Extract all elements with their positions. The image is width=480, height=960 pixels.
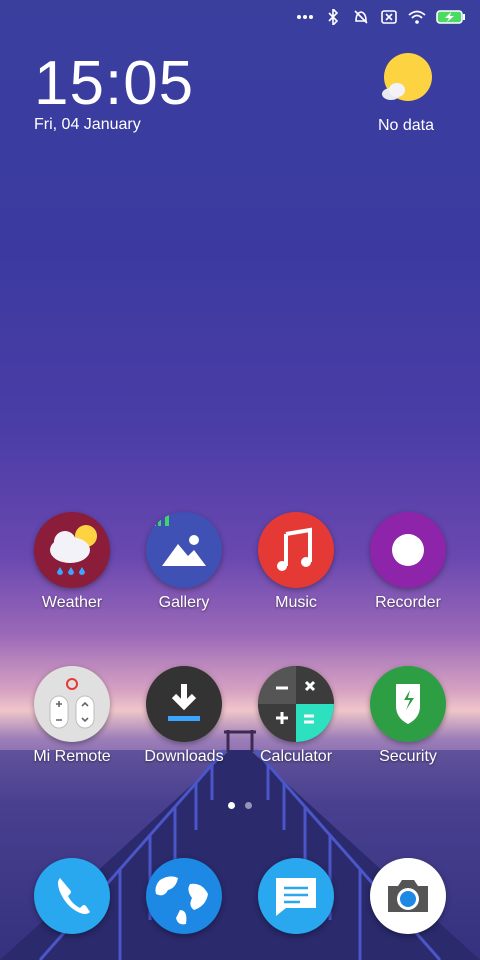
partly-sunny-icon: [379, 53, 433, 110]
app-weather[interactable]: Weather: [17, 512, 127, 612]
clock-date[interactable]: Fri, 04 January: [34, 116, 141, 134]
phone-icon: [34, 858, 110, 934]
message-icon: [258, 858, 334, 934]
app-label: Calculator: [259, 748, 333, 765]
app-label: Weather: [41, 594, 103, 611]
download-app-icon: [146, 666, 222, 742]
app-gallery[interactable]: Gallery: [129, 512, 239, 612]
dock-camera[interactable]: [353, 858, 463, 934]
bluetooth-icon: [324, 8, 342, 26]
app-music[interactable]: Music: [241, 512, 351, 612]
clock-time[interactable]: 15:05: [34, 48, 194, 119]
page-dot-1[interactable]: [228, 802, 235, 809]
recorder-app-icon: [370, 512, 446, 588]
globe-icon: [146, 858, 222, 934]
gallery-app-icon: [146, 512, 222, 588]
app-label: Mi Remote: [33, 748, 111, 765]
app-label: Gallery: [158, 594, 210, 611]
page-indicator: [0, 802, 480, 809]
dock-phone[interactable]: [17, 858, 127, 934]
dock-browser[interactable]: [129, 858, 239, 934]
weather-status: No data: [377, 117, 435, 134]
page-dot-2[interactable]: [245, 802, 252, 809]
app-label: Security: [379, 748, 437, 765]
app-label: Recorder: [375, 594, 441, 611]
sim-none-icon: [380, 8, 398, 26]
status-bar: [296, 6, 466, 28]
app-recorder[interactable]: Recorder: [353, 512, 463, 612]
weather-widget[interactable]: No data: [366, 52, 446, 135]
calculator-app-icon: [258, 666, 334, 742]
weather-app-icon: [34, 512, 110, 588]
camera-icon: [370, 858, 446, 934]
wifi-icon: [408, 8, 426, 26]
app-label: Music: [275, 594, 317, 611]
alarm-off-icon: [352, 8, 370, 26]
app-label: Downloads: [144, 748, 224, 765]
battery-charging-icon: [436, 8, 466, 26]
dock-messages[interactable]: [241, 858, 351, 934]
app-security[interactable]: Security: [353, 666, 463, 766]
app-downloads[interactable]: Downloads: [129, 666, 239, 766]
remote-app-icon: [34, 666, 110, 742]
app-calculator[interactable]: Calculator: [241, 666, 351, 766]
shield-icon: [370, 666, 446, 742]
music-app-icon: [258, 512, 334, 588]
app-mi-remote[interactable]: Mi Remote: [17, 666, 127, 766]
more-dots-icon: [296, 8, 314, 26]
